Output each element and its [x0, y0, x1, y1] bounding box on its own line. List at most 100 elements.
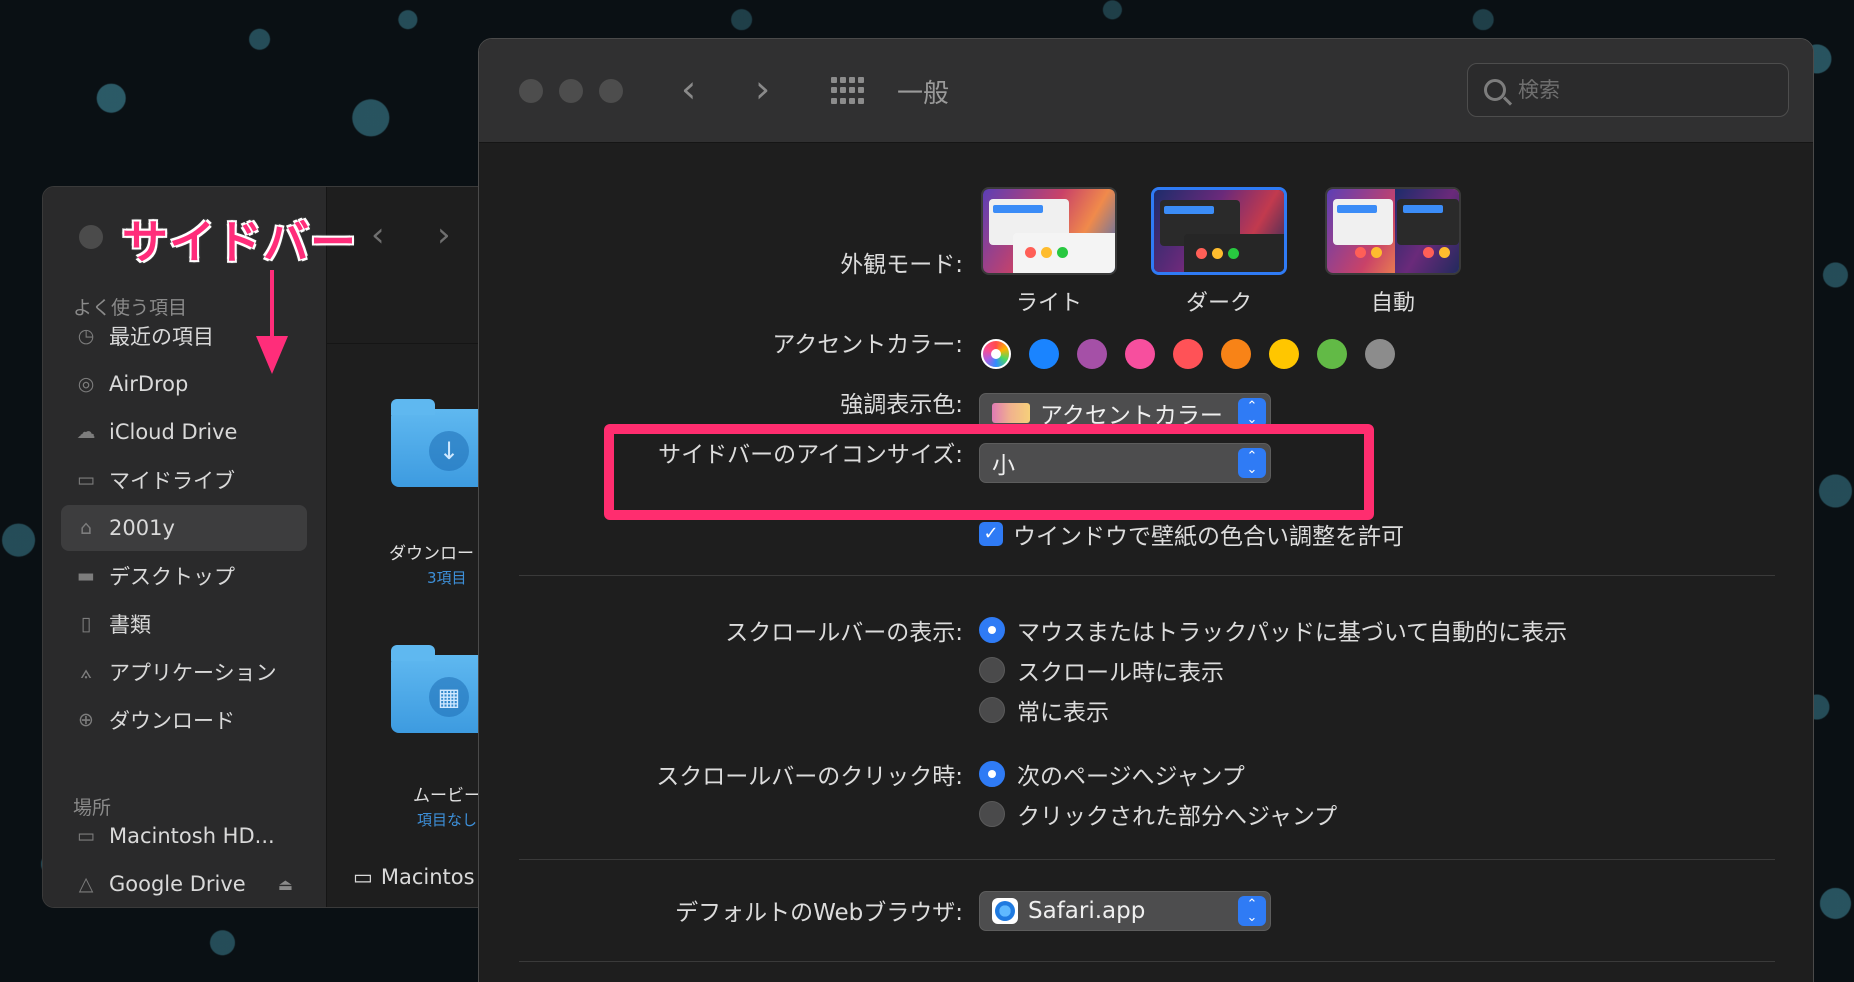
sidebar-item-google-drive[interactable]: △ Google Drive ⏏ [61, 861, 307, 907]
section-divider [519, 961, 1775, 962]
toolbar-divider [327, 343, 501, 344]
radio-button[interactable] [979, 617, 1005, 643]
accent-swatch-multicolor[interactable] [981, 339, 1011, 369]
sidebar-item-documents[interactable]: ▯ 書類 [61, 601, 307, 647]
appearance-option-light[interactable]: ライト [981, 187, 1117, 317]
zoom-button[interactable] [599, 79, 623, 103]
sidebar-item-label: Macintosh HD... [109, 824, 275, 848]
search-input[interactable] [1518, 78, 1738, 102]
film-icon: ▦ [429, 677, 469, 717]
radio-button[interactable] [979, 697, 1005, 723]
sidebar-item-macintosh-hd[interactable]: ▭ Macintosh HD... [61, 813, 307, 859]
file-name[interactable]: ムービー [413, 781, 481, 806]
sidebar-item-label: マイドライブ [109, 469, 235, 493]
sidebar-item-label: Google Drive [109, 872, 246, 896]
sidebar-item-label: 最近の項目 [109, 325, 214, 349]
accent-swatch-pink[interactable] [1125, 339, 1155, 369]
close-button[interactable] [519, 79, 543, 103]
auto-theme-thumbnail [1325, 187, 1461, 275]
click-option-clicked-spot[interactable]: クリックされた部分へジャンプ [979, 797, 1337, 831]
radio-button[interactable] [979, 657, 1005, 683]
default-browser-popup[interactable]: Safari.app ⌃ ⌄ [979, 891, 1271, 931]
eject-icon[interactable]: ⏏ [278, 875, 293, 894]
appearance-label: 外観モード: [840, 252, 963, 278]
folder-icon: ▭ [77, 469, 95, 491]
wallpaper-tinting-label: ウインドウで壁紙の色合い調整を許可 [1013, 524, 1404, 550]
sidebar-item-label: ダウンロード [109, 709, 235, 733]
file-item-count: 項目なし [417, 811, 478, 829]
sidebar-item-label: アプリケーション [109, 661, 277, 685]
clock-icon: ◷ [77, 325, 95, 347]
radio-label: 常に表示 [1017, 700, 1109, 726]
movies-folder-icon[interactable]: ▦ [391, 645, 487, 733]
sidebar-item-label: iCloud Drive [109, 420, 238, 444]
show-scroll-bars-label: スクロールバーの表示: [725, 620, 963, 646]
annotation-arrow-icon [256, 270, 288, 374]
path-bar-item[interactable]: Macintos [381, 865, 475, 889]
forward-button[interactable]: › [437, 215, 451, 255]
checkmark-icon: ✓ [979, 522, 1003, 546]
sidebar-item-label: AirDrop [109, 372, 189, 396]
appearance-option-label: ダーク [1185, 291, 1252, 316]
wallpaper-tinting-checkbox[interactable]: ✓ ウインドウで壁紙の色合い調整を許可 [979, 517, 1404, 551]
radio-label: クリックされた部分へジャンプ [1017, 804, 1338, 830]
default-browser-value: Safari.app [1028, 898, 1146, 924]
back-button[interactable]: ‹ [371, 215, 385, 255]
chevron-up-down-icon: ⌃ ⌄ [1238, 896, 1266, 926]
desktop-icon: ▬ [77, 565, 95, 587]
download-arrow-icon: ↓ [429, 431, 469, 471]
sidebar-item-my-drive[interactable]: ▭ マイドライブ [61, 457, 307, 503]
sidebar-item-label: デスクトップ [109, 565, 235, 589]
radio-button[interactable] [979, 761, 1005, 787]
search-icon [1484, 79, 1506, 101]
default-browser-label: デフォルトのWebブラウザ: [675, 900, 963, 926]
accent-swatch-purple[interactable] [1077, 339, 1107, 369]
search-field[interactable] [1467, 63, 1789, 117]
radio-label: スクロール時に表示 [1017, 660, 1224, 686]
section-divider [519, 859, 1775, 860]
appearance-option-label: 自動 [1370, 291, 1415, 316]
scroll-bars-option-when-scrolling[interactable]: スクロール時に表示 [979, 653, 1224, 687]
click-option-next-page[interactable]: 次のページへジャンプ [979, 757, 1245, 791]
safari-icon [992, 898, 1018, 924]
accent-swatch-orange[interactable] [1221, 339, 1251, 369]
file-name[interactable]: ダウンロー [389, 539, 474, 564]
accent-swatch-blue[interactable] [1029, 339, 1059, 369]
appearance-option-dark[interactable]: ダーク [1151, 187, 1287, 317]
sidebar-item-desktop[interactable]: ▬ デスクトップ [61, 553, 307, 599]
pane-title: 一般 [897, 79, 950, 109]
section-divider [519, 575, 1775, 576]
google-drive-icon: △ [78, 873, 94, 895]
appearance-option-auto[interactable]: 自動 [1325, 187, 1461, 317]
radio-button[interactable] [979, 801, 1005, 827]
document-icon: ▯ [80, 613, 92, 635]
downloads-folder-icon[interactable]: ↓ [391, 399, 487, 487]
airdrop-icon: ◎ [77, 373, 95, 395]
forward-button[interactable]: › [755, 67, 770, 111]
cloud-icon: ☁ [76, 421, 96, 443]
radio-label: 次のページへジャンプ [1017, 764, 1245, 790]
sidebar-item-home[interactable]: ⌂ 2001y [61, 505, 307, 551]
sidebar-item-applications[interactable]: ⟑ アプリケーション [61, 649, 307, 695]
sidebar-item-icloud-drive[interactable]: ☁ iCloud Drive [61, 409, 307, 455]
dark-theme-thumbnail [1151, 187, 1287, 275]
minimize-button[interactable] [559, 79, 583, 103]
accent-swatch-green[interactable] [1317, 339, 1347, 369]
accent-swatch-yellow[interactable] [1269, 339, 1299, 369]
accent-swatch-graphite[interactable] [1365, 339, 1395, 369]
window-close-button[interactable] [79, 225, 103, 249]
path-bar: ▭ Macintos [353, 865, 475, 889]
sidebar-item-downloads[interactable]: ⊕ ダウンロード [61, 697, 307, 743]
highlight-color-label: 強調表示色: [840, 392, 963, 418]
accent-color-label: アクセントカラー: [772, 332, 963, 358]
scroll-bars-option-always[interactable]: 常に表示 [979, 693, 1109, 727]
accent-swatch-red[interactable] [1173, 339, 1203, 369]
light-theme-thumbnail [981, 187, 1117, 275]
show-all-grid-icon[interactable] [831, 77, 864, 105]
click-scroll-bar-label: スクロールバーのクリック時: [656, 764, 963, 790]
back-button[interactable]: ‹ [681, 67, 696, 111]
scroll-bars-option-automatic[interactable]: マウスまたはトラックパッドに基づいて自動的に表示 [979, 613, 1567, 647]
home-icon: ⌂ [79, 517, 93, 539]
sidebar-item-label: 2001y [109, 516, 175, 540]
annotation-highlight-box [604, 424, 1374, 520]
